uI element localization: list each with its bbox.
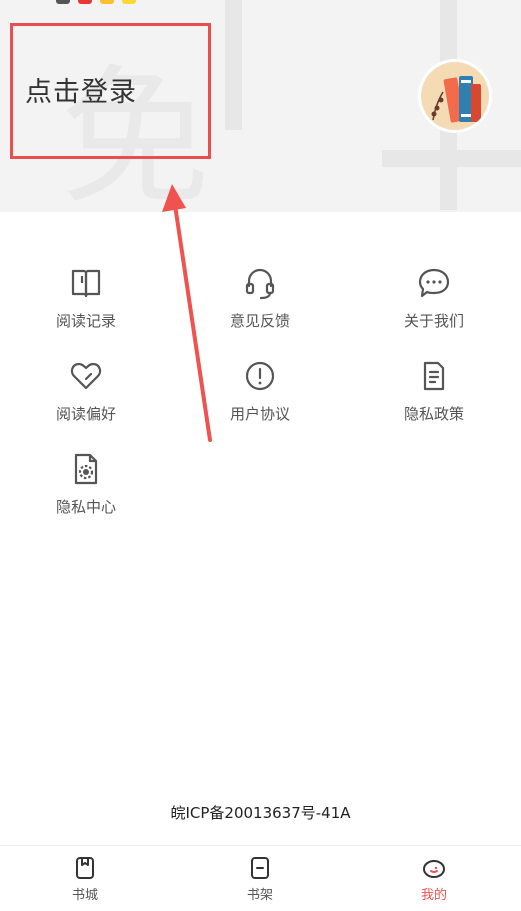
menu-item-label: 用户协议: [229, 405, 290, 423]
menu-item-label: 阅读偏好: [55, 405, 116, 423]
heart-icon: [70, 362, 102, 390]
tab-bookshelf[interactable]: 书架: [220, 856, 300, 906]
profile-page: 免 点击登录 阅读记录 意见反馈 关于我们 阅读偏好 用户协议 隐私政策 隐私中…: [0, 0, 521, 911]
tab-label: 书城: [71, 888, 98, 903]
menu-item-label: 隐私政策: [403, 405, 464, 423]
tab-label: 书架: [246, 888, 273, 903]
bookshelf-icon: [251, 857, 269, 879]
bookstore-icon: [76, 857, 94, 879]
chat-bubble-icon: [418, 268, 450, 298]
info-circle-icon: [245, 361, 275, 391]
menu-item-label: 隐私中心: [55, 498, 116, 516]
document-icon: [423, 361, 445, 391]
avatar[interactable]: [421, 62, 489, 130]
icp-license-text: 皖ICP备20013637号-41A: [170, 804, 351, 822]
menu-item-privacy-center[interactable]: 隐私中心: [26, 452, 146, 532]
menu-item-label: 关于我们: [403, 312, 464, 330]
status-bar-icons: [56, 0, 136, 4]
menu-item-about-us[interactable]: 关于我们: [374, 266, 494, 346]
profile-icon: [423, 860, 445, 878]
tab-profile[interactable]: 我的: [394, 856, 474, 906]
menu-item-feedback[interactable]: 意见反馈: [200, 266, 320, 346]
bottom-tab-bar: 书城 书架 我的: [0, 845, 521, 911]
book-open-icon: [71, 269, 101, 298]
file-gear-icon: [74, 453, 98, 485]
menu-item-user-agreement[interactable]: 用户协议: [200, 359, 320, 439]
tab-bookstore[interactable]: 书城: [45, 856, 125, 906]
menu-item-label: 意见反馈: [229, 312, 290, 330]
menu-item-privacy-policy[interactable]: 隐私政策: [374, 359, 494, 439]
headset-icon: [245, 268, 275, 300]
tab-label: 我的: [420, 888, 447, 903]
menu-item-reading-preference[interactable]: 阅读偏好: [26, 359, 146, 439]
menu-item-reading-history[interactable]: 阅读记录: [26, 266, 146, 346]
menu-item-label: 阅读记录: [55, 312, 116, 330]
login-button[interactable]: 点击登录: [25, 70, 137, 109]
profile-header: 免 点击登录: [0, 0, 521, 212]
books-avatar-icon: [421, 62, 489, 130]
